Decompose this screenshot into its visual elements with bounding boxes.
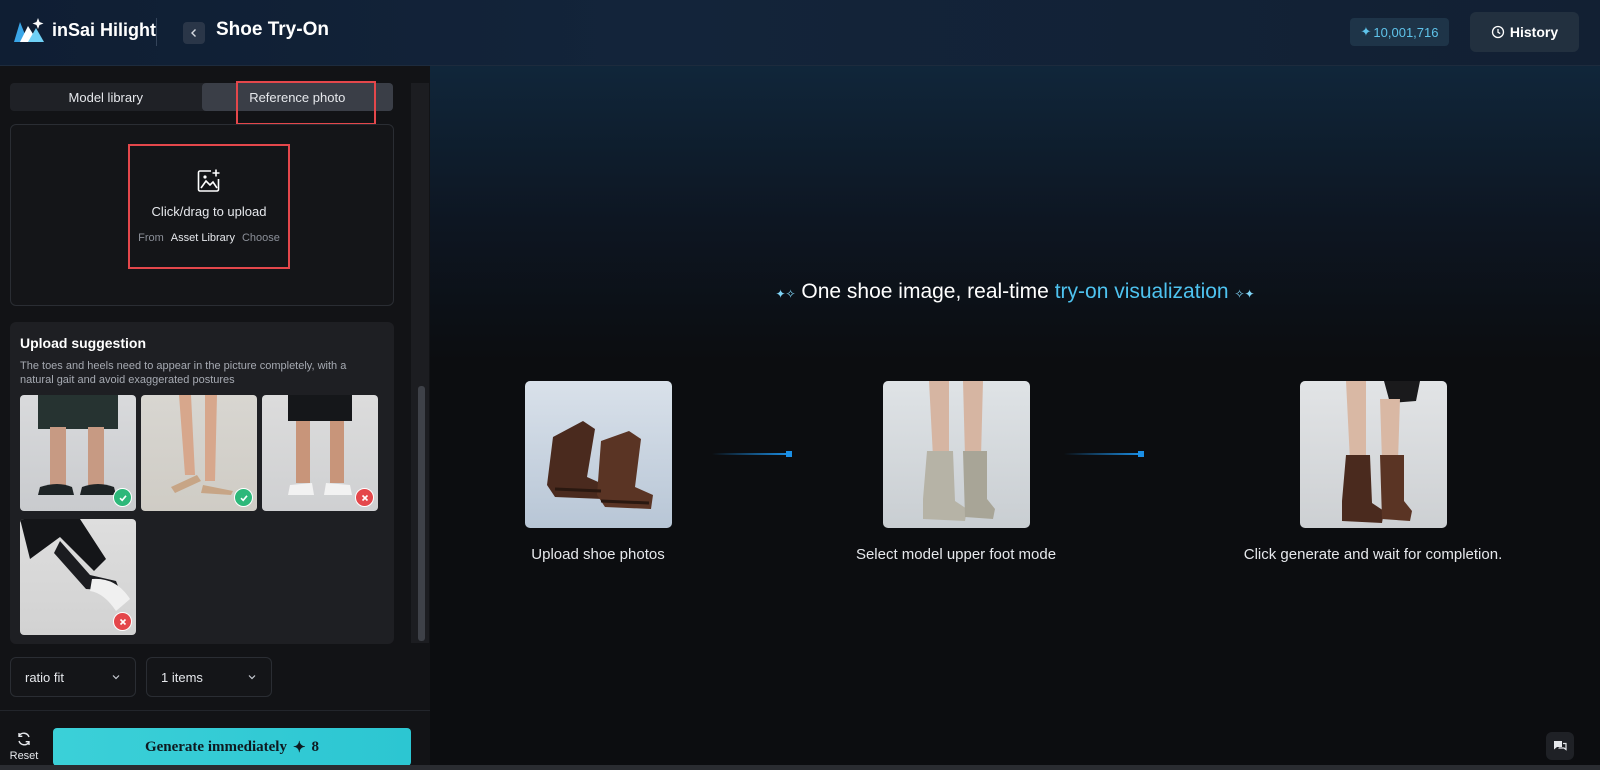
action-bar: Reset Generate immediately ✦ 8: [0, 710, 430, 770]
step-generate: Click generate and wait for completion.: [1223, 381, 1523, 563]
approved-icon: [234, 488, 253, 507]
headline-accent: try-on visualization: [1054, 280, 1229, 303]
step-image: [882, 381, 1030, 528]
chevron-down-icon: [112, 675, 120, 680]
example-image: [20, 395, 136, 511]
example-image: [141, 395, 257, 511]
generate-label: Generate immediately: [144, 738, 287, 755]
step-connector: [712, 451, 792, 457]
history-button[interactable]: History: [1470, 12, 1579, 52]
rejected-icon: [355, 488, 374, 507]
history-icon: [1491, 25, 1505, 39]
tab-model-library[interactable]: Model library: [10, 83, 202, 111]
reset-label: Reset: [9, 750, 39, 762]
items-count-select[interactable]: 1 items: [146, 657, 272, 697]
refresh-icon: [18, 732, 30, 746]
credits-value: 10,001,716: [1373, 24, 1439, 40]
top-header: inSai Hilight Shoe Try-On ✦ 10,001,716 H…: [0, 0, 1600, 66]
upload-dropzone[interactable]: Click/drag to upload From Asset Library …: [128, 144, 290, 269]
source-tabs: Model library Reference photo: [10, 83, 393, 111]
credits-badge[interactable]: ✦ 10,001,716: [1350, 18, 1449, 46]
items-select-value: 1 items: [161, 669, 203, 685]
example-image: [20, 519, 136, 635]
step-image: [1299, 381, 1447, 528]
logo-text: inSai Hilight: [52, 19, 157, 40]
step-label: Upload shoe photos: [531, 546, 665, 563]
result-legs-photo: [1341, 381, 1420, 523]
page-title: Shoe Try-On: [216, 19, 329, 40]
intro-headline: ✦✧ One shoe image, real-time try-on visu…: [430, 280, 1600, 304]
upload-title: Click/drag to upload: [151, 204, 267, 219]
sparkle-icon: ✧✦: [1234, 287, 1255, 301]
model-legs-photo: [922, 381, 995, 521]
bottom-strip: [0, 765, 1600, 770]
ratio-select[interactable]: ratio fit: [10, 657, 136, 697]
step-upload: Upload shoe photos: [448, 381, 748, 563]
add-image-icon: [197, 169, 220, 192]
main-canvas: ✦✧ One shoe image, real-time try-on visu…: [430, 66, 1600, 770]
logo-icon: [14, 18, 44, 42]
boots-photo: [546, 421, 653, 509]
sparkle-icon: ✦✧: [775, 287, 796, 301]
chevron-down-icon: [248, 675, 256, 680]
generate-cost: 8: [311, 738, 320, 755]
headline-text: One shoe image, real-time: [801, 280, 1055, 303]
approved-icon: [113, 488, 132, 507]
choose-link[interactable]: Choose: [242, 232, 280, 244]
chevron-left-icon: [191, 29, 196, 37]
tab-reference-photo[interactable]: Reference photo: [201, 83, 393, 111]
step-image: [524, 381, 672, 528]
history-label: History: [1509, 24, 1559, 40]
asset-library-link[interactable]: Asset Library: [171, 232, 235, 244]
step-connector: [1064, 451, 1144, 457]
logo[interactable]: inSai Hilight: [12, 16, 156, 44]
reset-button[interactable]: Reset: [8, 731, 40, 762]
back-button[interactable]: [183, 22, 205, 44]
generate-button[interactable]: Generate immediately ✦ 8: [53, 728, 411, 766]
ratio-select-value: ratio fit: [25, 669, 65, 685]
cost-star-icon: ✦: [292, 739, 306, 756]
sidebar-scrollbar-thumb[interactable]: [418, 386, 425, 641]
upload-from-label: From: [138, 232, 164, 244]
step-label: Click generate and wait for completion.: [1243, 546, 1503, 563]
rejected-icon: [113, 612, 132, 631]
chat-button[interactable]: [1546, 732, 1574, 760]
chat-icon: [1554, 741, 1567, 751]
upload-source-row: From Asset Library Choose: [138, 232, 280, 244]
suggestion-description: The toes and heels need to appear in the…: [20, 360, 347, 386]
upload-suggestion-card: Upload suggestion The toes and heels nee…: [10, 322, 394, 644]
step-select-model: Select model upper foot mode: [806, 381, 1106, 563]
suggestion-title: Upload suggestion: [20, 335, 146, 351]
header-divider: [156, 18, 157, 46]
example-image: [262, 395, 378, 511]
credit-star-icon: ✦: [1360, 24, 1372, 39]
step-label: Select model upper foot mode: [855, 546, 1057, 563]
left-panel: Model library Reference photo Click/drag…: [0, 66, 430, 770]
